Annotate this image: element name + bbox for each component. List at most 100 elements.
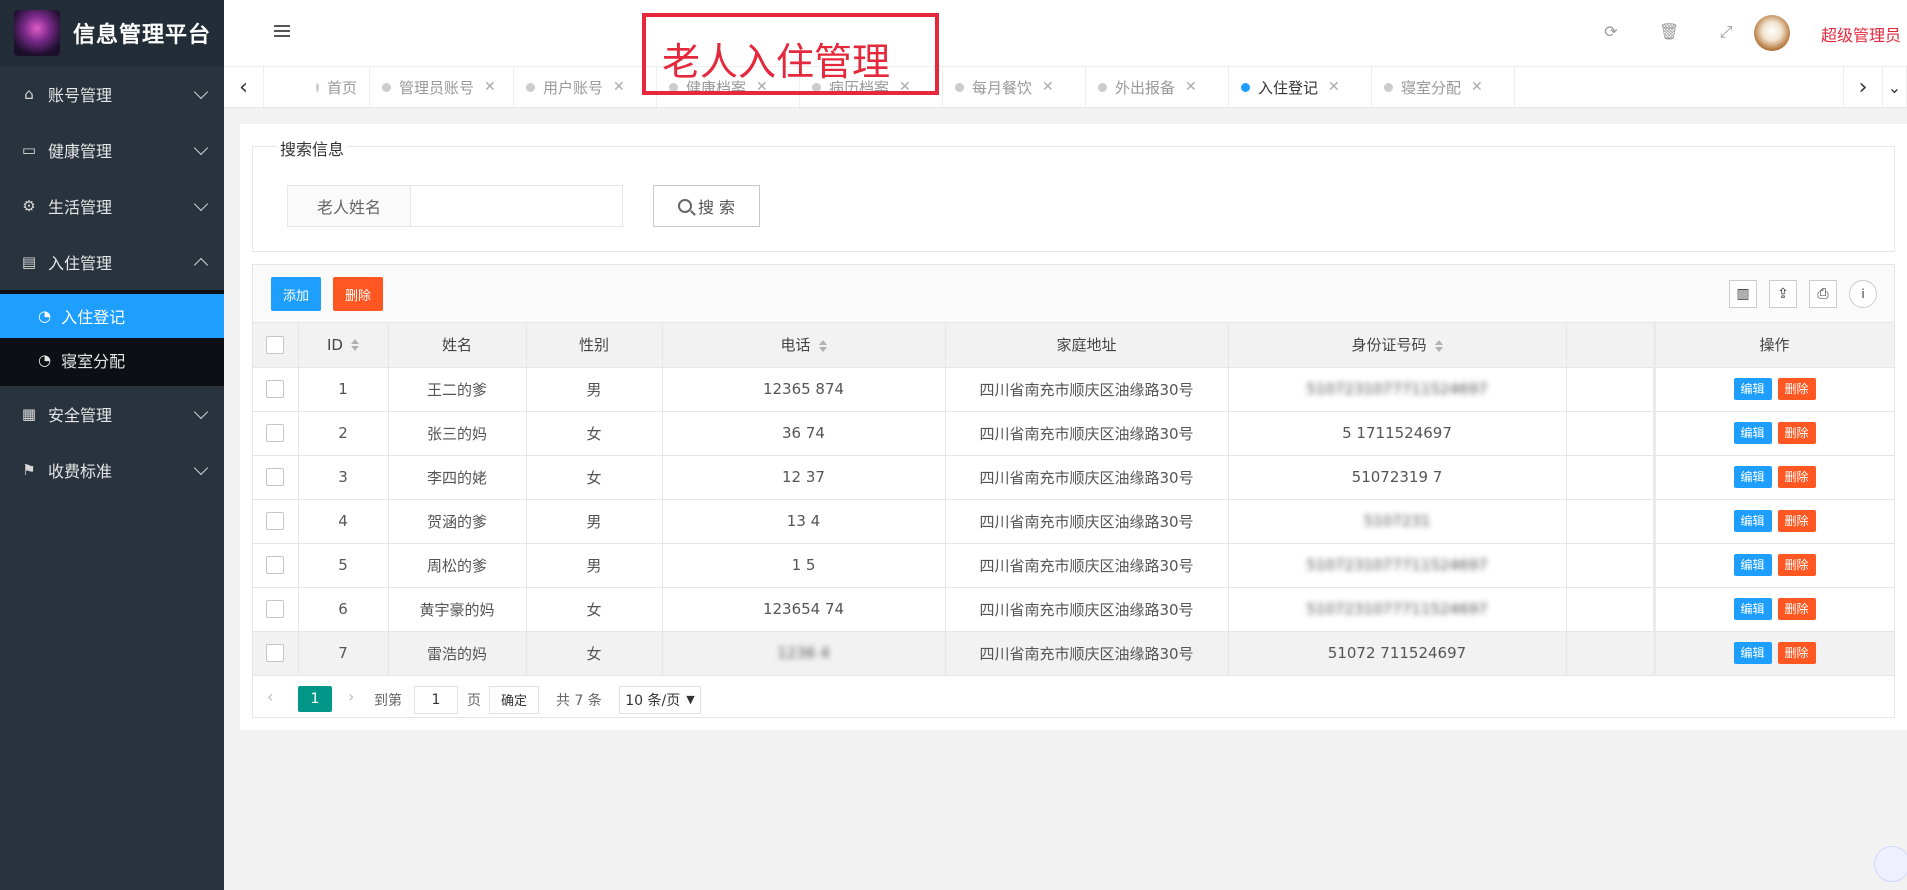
avatar[interactable]: [1754, 15, 1790, 51]
tab-dot-icon: [1384, 82, 1393, 92]
column-header-idcard[interactable]: 身份证号码: [1228, 323, 1567, 368]
delete-button[interactable]: 删除: [1777, 466, 1816, 488]
goto-confirm-button[interactable]: 确定: [489, 685, 539, 714]
sidebar-item-health[interactable]: ▭ 健康管理: [0, 122, 224, 178]
cell-name: 李四的姥: [388, 455, 527, 500]
close-icon[interactable]: ✕: [484, 79, 496, 95]
sidebar-item-life[interactable]: ⚙ 生活管理: [0, 178, 224, 234]
page-size-select[interactable]: 10 条/页 ▼: [619, 685, 701, 714]
trash-icon[interactable]: 🗑: [1659, 22, 1679, 42]
next-page-icon[interactable]: ›: [348, 687, 354, 706]
export-icon[interactable]: ⇪: [1769, 280, 1797, 308]
goto-page-input[interactable]: 1: [414, 685, 458, 714]
print-icon[interactable]: ⎙: [1809, 280, 1837, 308]
row-checkbox[interactable]: [266, 380, 285, 399]
tab-menu-chevron-down-icon[interactable]: ⌄: [1883, 67, 1907, 107]
page-current[interactable]: 1: [298, 685, 332, 712]
sort-icon[interactable]: [1434, 339, 1443, 352]
sidebar-item-security[interactable]: ▦ 安全管理: [0, 386, 224, 442]
sort-icon[interactable]: [818, 339, 827, 352]
columns-filter-icon[interactable]: ▥: [1729, 280, 1757, 308]
sidebar-item-fees[interactable]: ⚑ 收费标准: [0, 442, 224, 498]
app-title: 信息管理平台: [73, 23, 212, 48]
tab-dot-icon: [316, 82, 319, 92]
select-all-cell[interactable]: [253, 323, 299, 368]
close-icon[interactable]: ✕: [1042, 79, 1054, 95]
gears-icon: ⚙: [22, 197, 36, 215]
search-button[interactable]: 搜 索: [653, 185, 760, 227]
edit-button[interactable]: 编辑: [1733, 642, 1772, 664]
row-checkbox[interactable]: [266, 644, 285, 663]
cell-address: 四川省南充市顺庆区油缘路30号: [945, 543, 1229, 588]
close-icon[interactable]: ✕: [1471, 79, 1483, 95]
row-checkbox[interactable]: [266, 468, 285, 487]
delete-button[interactable]: 删除: [1777, 378, 1816, 400]
add-button[interactable]: 添加: [271, 277, 321, 311]
table-row: 2 张三的妈 女 36 74 四川省南充市顺庆区油缘路30号 5 1711524…: [253, 411, 1895, 456]
cell-idcard: 5107231077711524697: [1228, 543, 1567, 588]
cell-sex: 男: [526, 367, 663, 412]
delete-button[interactable]: 删除: [1777, 554, 1816, 576]
cell-actions: 编辑 删除: [1652, 499, 1895, 544]
cell-sex: 男: [526, 543, 663, 588]
column-header-id[interactable]: ID: [298, 323, 389, 368]
tab-monthly-meal[interactable]: 每月餐饮 ✕: [943, 67, 1086, 107]
close-icon[interactable]: ✕: [1328, 79, 1340, 95]
tab-checkin-register[interactable]: 入住登记 ✕: [1229, 67, 1372, 107]
cell-address: 四川省南充市顺庆区油缘路30号: [945, 411, 1229, 456]
delete-button[interactable]: 删除: [1777, 422, 1816, 444]
user-name[interactable]: 超级管理员: [1821, 22, 1901, 46]
tab-scroll-left-icon[interactable]: ‹: [224, 67, 264, 107]
batch-delete-button[interactable]: 删除: [333, 277, 383, 311]
edit-button[interactable]: 编辑: [1733, 466, 1772, 488]
delete-button[interactable]: 删除: [1777, 598, 1816, 620]
cell-idcard: 51072319 7: [1228, 455, 1567, 500]
info-icon[interactable]: i: [1849, 280, 1877, 308]
row-checkbox[interactable]: [266, 512, 285, 531]
edit-button[interactable]: 编辑: [1733, 378, 1772, 400]
cell-actions: 编辑 删除: [1652, 631, 1895, 676]
fullscreen-icon[interactable]: ⤢: [1716, 22, 1736, 42]
sidebar-subitem-room-assign[interactable]: ◔ 寝室分配: [0, 338, 224, 382]
row-checkbox[interactable]: [266, 556, 285, 575]
assistant-float-icon[interactable]: [1874, 846, 1907, 882]
close-icon[interactable]: ✕: [1185, 79, 1197, 95]
cell-address: 四川省南充市顺庆区油缘路30号: [945, 455, 1229, 500]
edit-button[interactable]: 编辑: [1733, 554, 1772, 576]
select-all-checkbox[interactable]: [266, 336, 285, 354]
cell-id: 3: [298, 455, 389, 500]
close-icon[interactable]: ✕: [613, 79, 625, 95]
sidebar-item-account[interactable]: ⌂ 账号管理: [0, 66, 224, 122]
sidebar-subitem-checkin-register[interactable]: ◔ 入住登记: [0, 294, 224, 338]
prev-page-icon[interactable]: ‹: [267, 687, 273, 706]
tab-scroll-right-icon[interactable]: ›: [1843, 67, 1883, 107]
chevron-up-icon: [193, 257, 209, 273]
sidebar-item-checkin[interactable]: ▤ 入住管理: [0, 234, 224, 290]
search-button-label: 搜 索: [697, 198, 736, 217]
cell-sex: 女: [526, 631, 663, 676]
tab-label: 首页: [326, 78, 357, 97]
tab-home[interactable]: 首页: [264, 67, 370, 107]
edit-button[interactable]: 编辑: [1733, 422, 1772, 444]
row-checkbox[interactable]: [266, 600, 285, 619]
table-row: 5 周松的爹 男 1 5 四川省南充市顺庆区油缘路30号 51072310777…: [253, 543, 1895, 588]
refresh-icon[interactable]: ⟳: [1601, 22, 1621, 42]
sort-icon[interactable]: [350, 339, 359, 352]
delete-button[interactable]: 删除: [1777, 510, 1816, 532]
tab-user-account[interactable]: 用户账号 ✕: [514, 67, 657, 107]
edit-button[interactable]: 编辑: [1733, 510, 1772, 532]
search-input[interactable]: [410, 185, 623, 227]
column-header-phone[interactable]: 电话: [662, 323, 946, 368]
tab-outing-report[interactable]: 外出报备 ✕: [1086, 67, 1229, 107]
tab-room-assign[interactable]: 寝室分配 ✕: [1372, 67, 1515, 107]
edit-button[interactable]: 编辑: [1733, 598, 1772, 620]
delete-button[interactable]: 删除: [1777, 642, 1816, 664]
dashboard-icon: ◔: [38, 307, 52, 325]
cell-name: 贺涵的爹: [388, 499, 527, 544]
search-legend: 搜索信息: [277, 136, 348, 160]
menu-toggle-icon[interactable]: [274, 25, 290, 39]
row-checkbox[interactable]: [266, 424, 285, 443]
tab-admin-account[interactable]: 管理员账号 ✕: [370, 67, 514, 107]
cell-spacer: [1566, 587, 1655, 632]
pagination: ‹ 1 › 到第 1 页 确定 共 7 条 10 条/页 ▼: [253, 676, 1894, 720]
